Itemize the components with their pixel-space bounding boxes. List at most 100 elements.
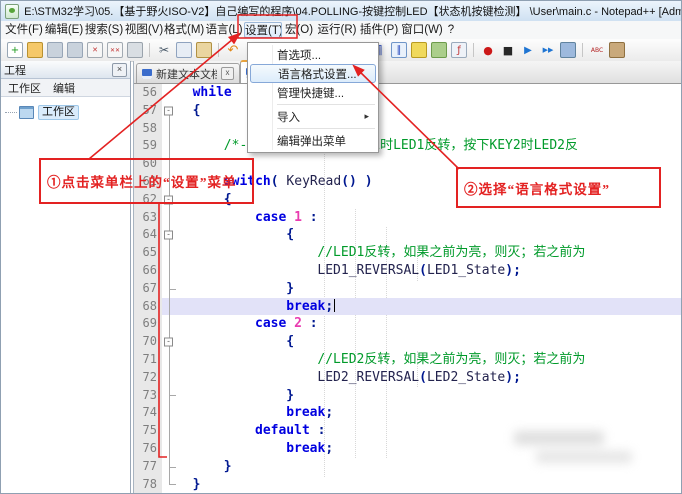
code-line: 67} [134,279,681,298]
menubar-item-3[interactable]: 视图(V) [124,22,164,38]
code-text[interactable]: { [177,191,681,209]
line-number[interactable]: 62 [134,190,162,209]
copy-icon[interactable] [176,42,192,58]
close-all-icon[interactable]: ✕✕ [107,42,123,58]
snapshot-icon[interactable] [609,42,625,58]
line-number[interactable]: 57 [134,101,162,120]
code-text[interactable]: default : [177,422,681,440]
tab-close-icon[interactable]: x [221,67,234,80]
dropdown-item-style-configurator[interactable]: 语言格式设置... [250,64,376,83]
cut-icon[interactable]: ✂ [156,42,172,58]
code-text[interactable]: } [177,476,681,493]
line-number[interactable]: 72 [134,368,162,387]
panel-menu-item-1[interactable]: 编辑 [53,80,75,96]
doc-map-icon[interactable] [431,42,447,58]
save-icon[interactable] [47,42,63,58]
line-number[interactable]: 78 [134,475,162,493]
macro-play-icon[interactable]: ▶ [520,42,536,58]
indent-guide-icon[interactable]: ∥ [391,42,407,58]
macro-record-icon[interactable]: ● [480,42,496,58]
fold-collapse-icon[interactable]: - [164,337,173,347]
code-token: ; [325,440,334,456]
fold-margin[interactable]: - [162,226,177,245]
code-text[interactable]: break; [177,404,681,422]
code-text[interactable]: LED1_REVERSAL(LED1_State); [177,262,681,280]
code-text[interactable]: //LED2反转，如果之前为亮，则灭；若之前为 [177,351,681,369]
save-all-icon[interactable] [67,42,83,58]
panel-close-icon[interactable]: × [112,62,127,77]
line-number[interactable]: 60 [134,155,162,173]
user-define-icon[interactable] [411,42,427,58]
menubar-item-11[interactable]: ? [444,22,458,38]
code-text[interactable]: } [177,280,681,298]
fold-collapse-icon[interactable]: - [164,195,173,205]
code-text[interactable]: { [177,226,681,244]
code-text[interactable]: { [177,333,681,351]
panel-menu-item-0[interactable]: 工作区 [8,80,41,96]
macro-run-multiple-icon[interactable]: ▶▶ [540,42,556,58]
code-text[interactable]: case 1 : [177,209,681,227]
line-number[interactable]: 64 [134,226,162,245]
dropdown-item-import[interactable]: 导入 ▸ [250,107,376,126]
menubar-item-9[interactable]: 插件(P) [358,22,400,38]
code-text[interactable]: LED2_REVERSAL(LED2_State); [177,369,681,387]
fold-margin[interactable]: - [162,190,177,209]
line-number[interactable]: 67 [134,279,162,298]
menubar-item-5[interactable]: 语言(L) [204,22,244,38]
menubar-item-4[interactable]: 格式(M) [164,22,204,38]
line-number[interactable]: 71 [134,350,162,369]
dropdown-item-shortcut-mapper[interactable]: 管理快捷键... [250,83,376,102]
code-area[interactable]: 56 while 57-{58 59/*---按键响应:按下KEY1时LED1反转，按… [134,84,681,493]
fold-collapse-icon[interactable]: - [164,106,173,116]
line-number[interactable]: 59 [134,137,162,156]
undo-icon[interactable]: ↶ [225,42,241,58]
line-number[interactable]: 69 [134,315,162,334]
macro-stop-icon[interactable]: ■ [500,42,516,58]
line-number[interactable]: 77 [134,457,162,476]
print-icon[interactable] [127,42,143,58]
tab-new-document[interactable]: 新建文本文档.t x [136,63,240,83]
tree-item-workspace[interactable]: 工作区 [1,104,130,120]
fold-margin[interactable]: - [162,333,177,351]
close-doc-icon[interactable]: ✕ [87,42,103,58]
open-folder-icon[interactable] [27,42,43,58]
paste-icon[interactable] [196,42,212,58]
line-number[interactable]: 74 [134,404,162,423]
menubar-item-10[interactable]: 窗口(W) [400,22,444,38]
menubar-item-0[interactable]: 文件(F) [4,22,44,38]
code-text[interactable]: } [177,387,681,405]
line-number[interactable]: 61 [134,172,162,191]
code-text[interactable]: //LED1反转，如果之前为亮，则灭；若之前为 [177,244,681,262]
code-token: KeyRead [286,173,342,189]
fold-margin[interactable]: - [162,102,177,120]
new-file-icon[interactable]: + [7,42,23,58]
code-text[interactable]: break; [177,297,681,316]
menubar-item-7[interactable]: 宏(O) [282,22,316,38]
code-text[interactable]: } [177,458,681,476]
menubar-item-1[interactable]: 编辑(E) [44,22,84,38]
line-number[interactable]: 56 [134,84,162,102]
line-number[interactable]: 58 [134,119,162,138]
spell-check-icon[interactable]: ABC [589,42,605,58]
function-list-icon[interactable]: ƒ [451,42,467,58]
code-text[interactable]: case 2 : [177,315,681,333]
line-number[interactable]: 65 [134,244,162,262]
macro-save-icon[interactable] [560,42,576,58]
menubar-item-2[interactable]: 搜索(S) [84,22,124,38]
menubar-item-6[interactable]: 设置(T) [244,22,282,38]
code-text[interactable]: break; [177,440,681,458]
line-number[interactable]: 73 [134,386,162,405]
dropdown-item-preferences[interactable]: 首选项... [250,45,376,64]
dropdown-item-edit-popup-menu[interactable]: 编辑弹出菜单 [250,131,376,150]
code-text[interactable] [177,155,681,173]
project-panel-header: 工程 × [1,61,130,79]
line-number[interactable]: 63 [134,208,162,227]
line-number[interactable]: 70 [134,333,162,351]
line-number[interactable]: 76 [134,439,162,458]
menubar-item-8[interactable]: 运行(R) [316,22,358,38]
fold-collapse-icon[interactable]: - [164,230,173,240]
line-number[interactable]: 75 [134,422,162,440]
code-text[interactable]: switch( KeyRead() ) [177,173,681,191]
line-number[interactable]: 66 [134,261,162,280]
line-number[interactable]: 68 [134,297,162,316]
